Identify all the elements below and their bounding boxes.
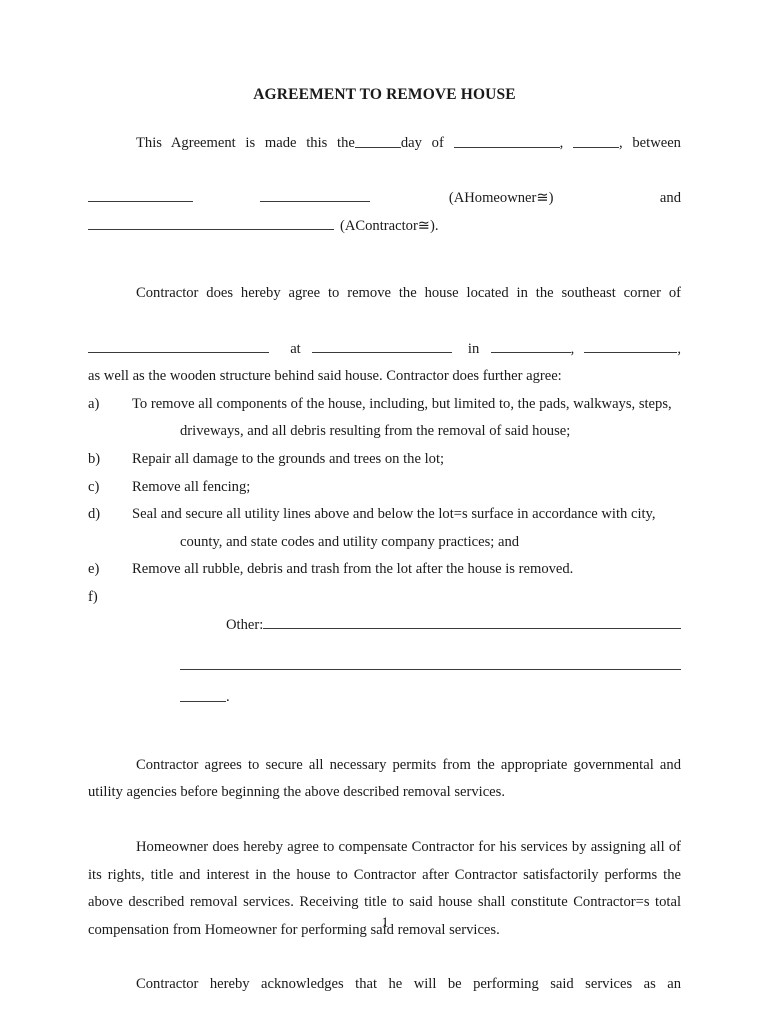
city-blank[interactable] <box>490 336 571 353</box>
other-label: Other: <box>226 616 264 633</box>
list-item-text: Remove all rubble, debris and trash from… <box>132 561 574 578</box>
scope-comma-1: , <box>570 340 575 357</box>
other-blank-row-2 <box>88 653 681 671</box>
page-title: AGREEMENT TO REMOVE HOUSE <box>253 86 516 103</box>
list-marker: f) <box>88 588 98 605</box>
at-label: at <box>290 340 301 357</box>
intro-comma-2: , <box>618 135 623 152</box>
list-item: a) To remove all components of the house,… <box>88 391 681 446</box>
acknowledgement-paragraph: Contractor hereby acknowledges that he w… <box>88 971 681 1026</box>
scope-continuation-text: as well as the wooden structure behind s… <box>88 368 562 385</box>
list-item-text: Repair all damage to the grounds and tre… <box>132 450 445 467</box>
acknowledgement-paragraph-text: Contractor hereby acknowledges that he w… <box>136 976 681 993</box>
agreement-intro-line-1: This Agreement is made this the day of , … <box>88 130 681 185</box>
list-item: f) <box>88 584 681 612</box>
list-marker: b) <box>88 450 101 467</box>
other-blank-line-3[interactable] <box>180 687 226 703</box>
page-number: 1 <box>381 915 389 931</box>
document-content: AGREEMENT TO REMOVE HOUSE This Agreement… <box>88 0 681 1026</box>
scope-continuation: as well as the wooden structure behind s… <box>88 363 681 391</box>
year-blank[interactable] <box>572 133 619 149</box>
list-item-text: Remove all fencing; <box>132 478 251 495</box>
contractor-name-blank[interactable] <box>88 213 334 230</box>
homeowner-name-blank[interactable] <box>88 185 193 203</box>
homeowner-label: (AHomeowner≅) <box>448 190 554 207</box>
scope-lead-in-text: Contractor does hereby agree to remove t… <box>136 285 681 302</box>
list-item: e) Remove all rubble, debris and trash fr… <box>88 556 681 584</box>
list-marker: a) <box>88 395 100 412</box>
scope-address-line: at in , , <box>88 336 681 364</box>
list-marker: c) <box>88 478 100 495</box>
other-terminator: . <box>226 689 230 706</box>
list-item-text: Seal and secure all utility lines above … <box>132 506 656 550</box>
other-label-row: Other: <box>88 612 681 640</box>
agreement-intro-line-2: (AHomeowner≅) and <box>88 185 681 213</box>
other-blank-line-1[interactable] <box>263 612 681 629</box>
intro-text-between: between <box>632 135 681 152</box>
intro-text-a: This Agreement is made this the <box>136 135 355 152</box>
scope-lead-in: Contractor does hereby agree to remove t… <box>88 280 681 335</box>
month-blank[interactable] <box>453 133 560 149</box>
contractor-label: (AContractor≅). <box>340 217 439 234</box>
list-item: c) Remove all fencing; <box>88 474 681 502</box>
list-item: b) Repair all damage to the grounds and t… <box>88 446 681 474</box>
permits-paragraph-text: Contractor agrees to secure all necessar… <box>88 756 681 801</box>
intro-comma-1: , <box>559 135 564 152</box>
homeowner-address-blank[interactable] <box>259 185 370 203</box>
list-item-text: To remove all components of the house, i… <box>132 395 672 440</box>
scope-comma-2: , <box>677 340 681 357</box>
in-label: in <box>467 340 480 357</box>
other-blank-line-2[interactable] <box>180 653 681 671</box>
agreement-intro-line-3: (AContractor≅). <box>88 213 681 241</box>
intro-and: and <box>659 190 681 207</box>
intro-text-b: day of <box>400 135 444 152</box>
other-blank-row-3: . <box>88 684 681 712</box>
list-marker: e) <box>88 561 100 578</box>
property-street-blank[interactable] <box>312 336 453 353</box>
permits-paragraph: Contractor agrees to secure all necessar… <box>88 752 681 807</box>
state-blank[interactable] <box>584 336 678 353</box>
list-marker: d) <box>88 506 101 523</box>
property-address-blank[interactable] <box>88 336 269 353</box>
list-item: d) Seal and secure all utility lines abov… <box>88 501 681 556</box>
day-blank[interactable] <box>354 133 401 149</box>
document-page: AGREEMENT TO REMOVE HOUSE This Agreement… <box>0 0 770 1024</box>
